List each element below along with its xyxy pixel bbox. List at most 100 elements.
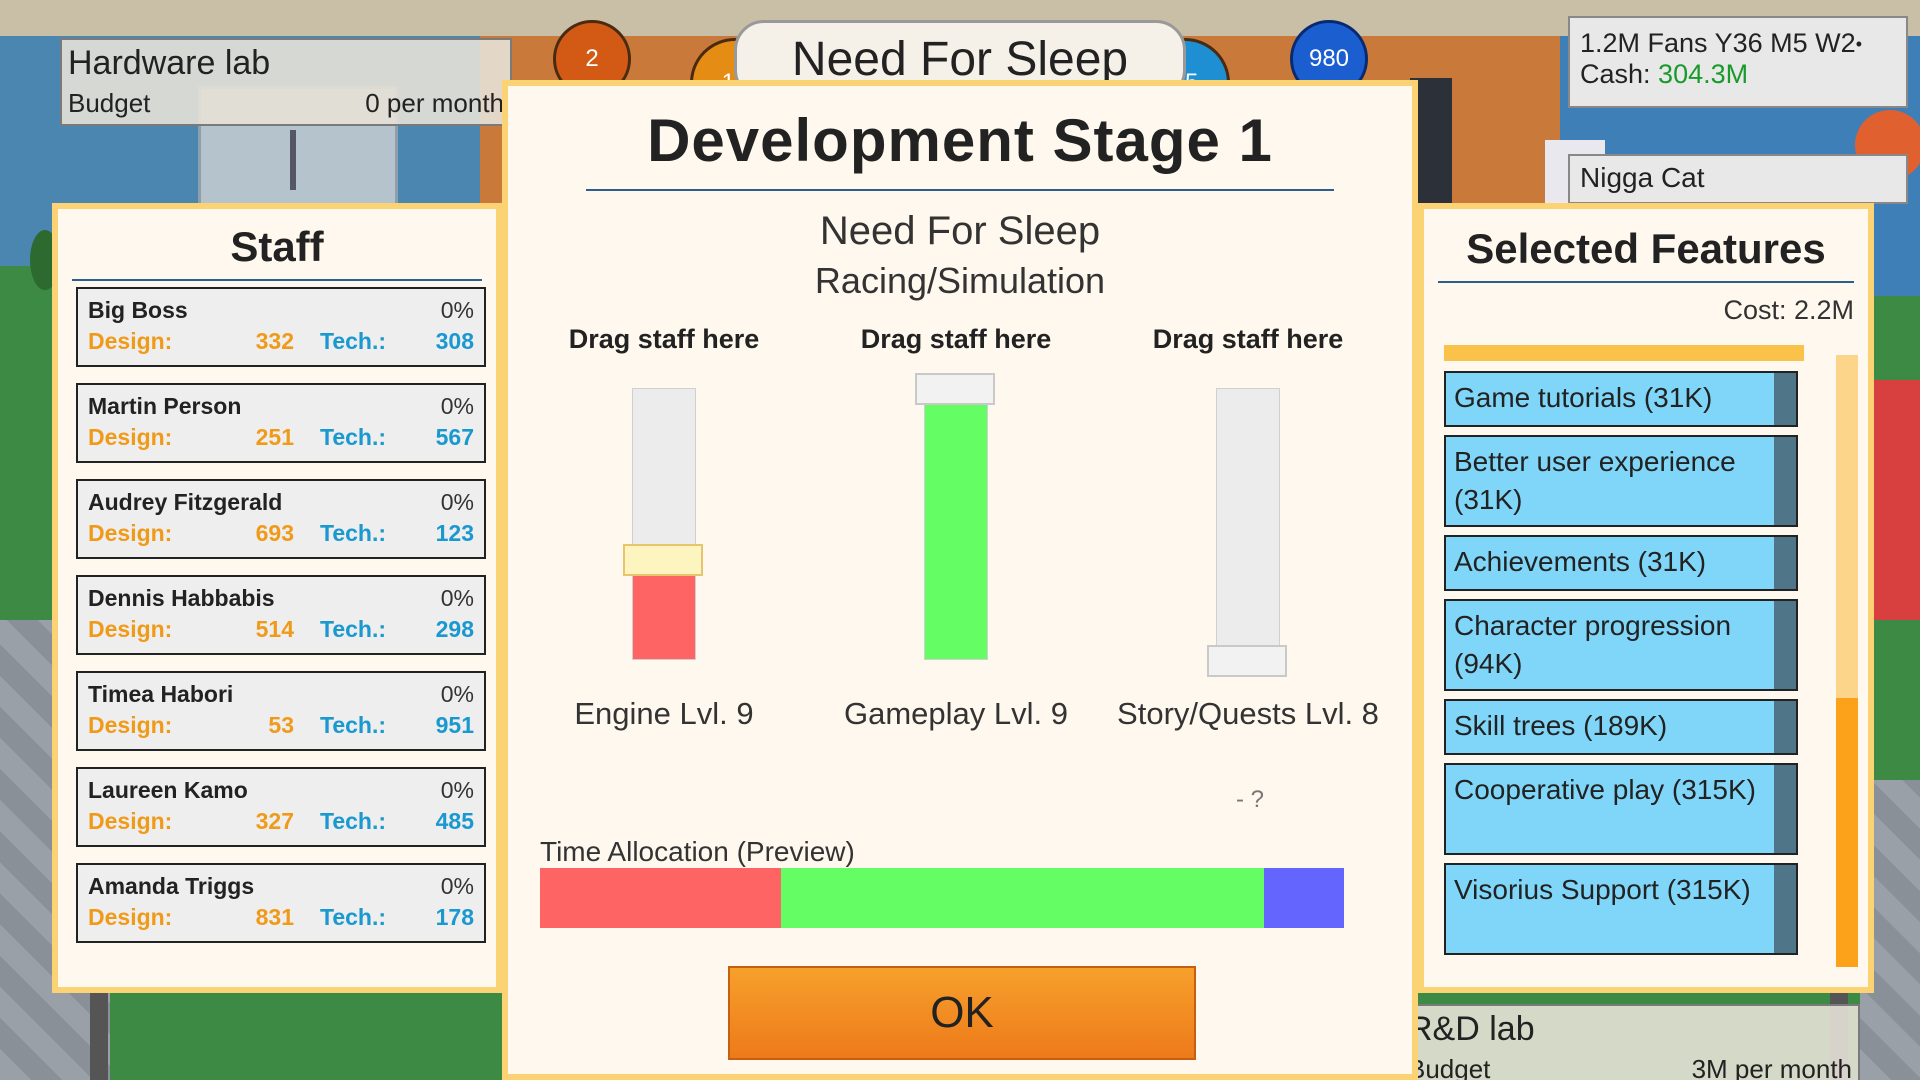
focus-slider-caption: Engine Lvl. 9: [574, 696, 754, 731]
drop-zone-engine[interactable]: Drag staff here: [534, 324, 794, 355]
staff-name: Laureen Kamo: [88, 777, 248, 803]
design-label: Design:: [88, 808, 173, 834]
feature-item-handle: [1774, 601, 1796, 689]
tech-value: 123: [435, 520, 474, 546]
design-value: 514: [255, 616, 294, 642]
cash-row: Cash: 304.3M: [1580, 59, 1896, 90]
time-allocation-segment: [1263, 868, 1344, 928]
feature-label: Visorius Support (315K): [1454, 874, 1751, 905]
feature-label: Better user experience (31K): [1454, 446, 1736, 515]
budget-label: Budget: [1408, 1054, 1491, 1080]
staff-assignment-percent: 0%: [440, 873, 474, 899]
fans-date: 1.2M Fans Y36 M5 W2: [1580, 28, 1856, 58]
design-value: 53: [268, 712, 294, 738]
staff-assignment-percent: 0%: [440, 777, 474, 803]
focus-slider-handle[interactable]: [623, 544, 703, 576]
design-label: Design:: [88, 328, 173, 354]
tech-label: Tech.:: [320, 520, 387, 546]
pillar: [90, 990, 108, 1080]
staff-card[interactable]: Timea Habori 0% Design: 53 Tech.: 951: [76, 671, 486, 751]
feature-item[interactable]: Visorius Support (315K): [1444, 863, 1798, 955]
staff-assignment-percent: 0%: [440, 297, 474, 323]
tech-value: 298: [435, 616, 474, 642]
feature-item-handle: [1774, 865, 1796, 953]
staff-assignment-percent: 0%: [440, 489, 474, 515]
title-divider: [1438, 281, 1854, 283]
unknown-marker: - ?: [1236, 786, 1265, 813]
tech-label: Tech.:: [320, 616, 387, 642]
staff-panel: Staff Big Boss 0% Design: 332 Tech.: 308 Marti…: [52, 203, 502, 993]
focus-slider-handle[interactable]: [915, 373, 995, 405]
staff-name: Amanda Triggs: [88, 873, 255, 899]
game-genre: Racing/Simulation: [814, 260, 1106, 301]
cash-label: Cash:: [1580, 59, 1659, 89]
selected-features-panel: Selected Features Cost: 2.2M Game tutori…: [1418, 203, 1874, 993]
focus-slider-caption: Story/Quests Lvl. 8: [1117, 696, 1379, 731]
feature-item[interactable]: Skill trees (189K): [1444, 699, 1798, 755]
staff-card[interactable]: Big Boss 0% Design: 332 Tech.: 308: [76, 287, 486, 367]
drop-zone-story[interactable]: Drag staff here: [1118, 324, 1378, 355]
feature-item-handle: [1774, 373, 1796, 425]
tech-label: Tech.:: [320, 712, 387, 738]
focus-slider-fill: [925, 403, 987, 659]
budget-label: Budget: [68, 88, 151, 118]
feature-label: Character progression (94K): [1454, 610, 1732, 679]
scrollbar-thumb[interactable]: [1836, 698, 1858, 967]
feature-item[interactable]: Achievements (31K): [1444, 535, 1798, 591]
design-label: Design:: [88, 616, 173, 642]
features-cost: Cost: 2.2M: [1723, 295, 1854, 325]
fridge-handle: [290, 130, 296, 190]
focus-slider-handle[interactable]: [1207, 645, 1287, 677]
tech-value: 567: [435, 424, 474, 450]
drop-zone-gameplay[interactable]: Drag staff here: [826, 324, 1086, 355]
focus-slider-track[interactable]: [1207, 388, 1287, 677]
feature-item[interactable]: Better user experience (31K): [1444, 435, 1798, 527]
staff-name: Audrey Fitzgerald: [88, 489, 283, 515]
tech-label: Tech.:: [320, 904, 387, 930]
time-allocation-segment: [781, 868, 1264, 928]
feature-item-handle: [1774, 437, 1796, 525]
character-name-label: Nigga Cat: [1568, 154, 1908, 204]
design-value: 332: [255, 328, 294, 354]
budget-value: 3M per month: [1691, 1054, 1852, 1080]
feature-item[interactable]: Game tutorials (31K): [1444, 371, 1798, 427]
time-allocation-bar: [540, 868, 1344, 928]
staff-card[interactable]: Martin Person 0% Design: 251 Tech.: 567: [76, 383, 486, 463]
staff-assignment-percent: 0%: [440, 393, 474, 419]
time-allocation-segment: [540, 868, 782, 928]
focus-slider-track[interactable]: [915, 373, 995, 660]
ok-button[interactable]: OK: [728, 966, 1196, 1060]
rd-lab-label[interactable]: R&D lab Budget 3M per month: [1400, 1004, 1860, 1080]
focus-slider-track[interactable]: [623, 388, 703, 660]
staff-assignment-percent: 0%: [440, 681, 474, 707]
staff-assignment-percent: 0%: [440, 585, 474, 611]
cash-value: 304.3M: [1658, 59, 1749, 89]
staff-card[interactable]: Dennis Habbabis 0% Design: 514 Tech.: 298: [76, 575, 486, 655]
company-stats: 1.2M Fans Y36 M5 W2 Cash: 304.3M •: [1568, 16, 1908, 108]
hardware-lab-label[interactable]: Hardware lab Budget 0 per month: [60, 38, 512, 126]
feature-item[interactable]: Cooperative play (315K): [1444, 763, 1798, 855]
staff-name: Martin Person: [88, 393, 242, 419]
title-divider: [586, 189, 1334, 191]
feature-item-handle: [1774, 537, 1796, 589]
staff-name: Dennis Habbabis: [88, 585, 275, 611]
budget-value: 0 per month: [365, 88, 504, 118]
staff-title: Staff: [230, 223, 324, 270]
feature-item[interactable]: Character progression (94K): [1444, 599, 1798, 691]
design-value: 693: [255, 520, 294, 546]
features-list[interactable]: Game tutorials (31K) Better user experien…: [1434, 345, 1804, 971]
tech-value: 951: [435, 712, 474, 738]
room-name: R&D lab: [1408, 1010, 1535, 1048]
design-value: 251: [255, 424, 294, 450]
staff-card[interactable]: Audrey Fitzgerald 0% Design: 693 Tech.: 123: [76, 479, 486, 559]
design-value: 327: [255, 808, 294, 834]
staff-card[interactable]: Laureen Kamo 0% Design: 327 Tech.: 485: [76, 767, 486, 847]
feature-label: Game tutorials (31K): [1454, 382, 1713, 413]
staff-name: Timea Habori: [88, 681, 234, 707]
staff-card[interactable]: Amanda Triggs 0% Design: 831 Tech.: 178: [76, 863, 486, 943]
design-label: Design:: [88, 904, 173, 930]
design-label: Design:: [88, 424, 173, 450]
indicator-dot: •: [1855, 34, 1862, 54]
features-scrollbar[interactable]: [1836, 355, 1858, 967]
tech-value: 178: [435, 904, 474, 930]
